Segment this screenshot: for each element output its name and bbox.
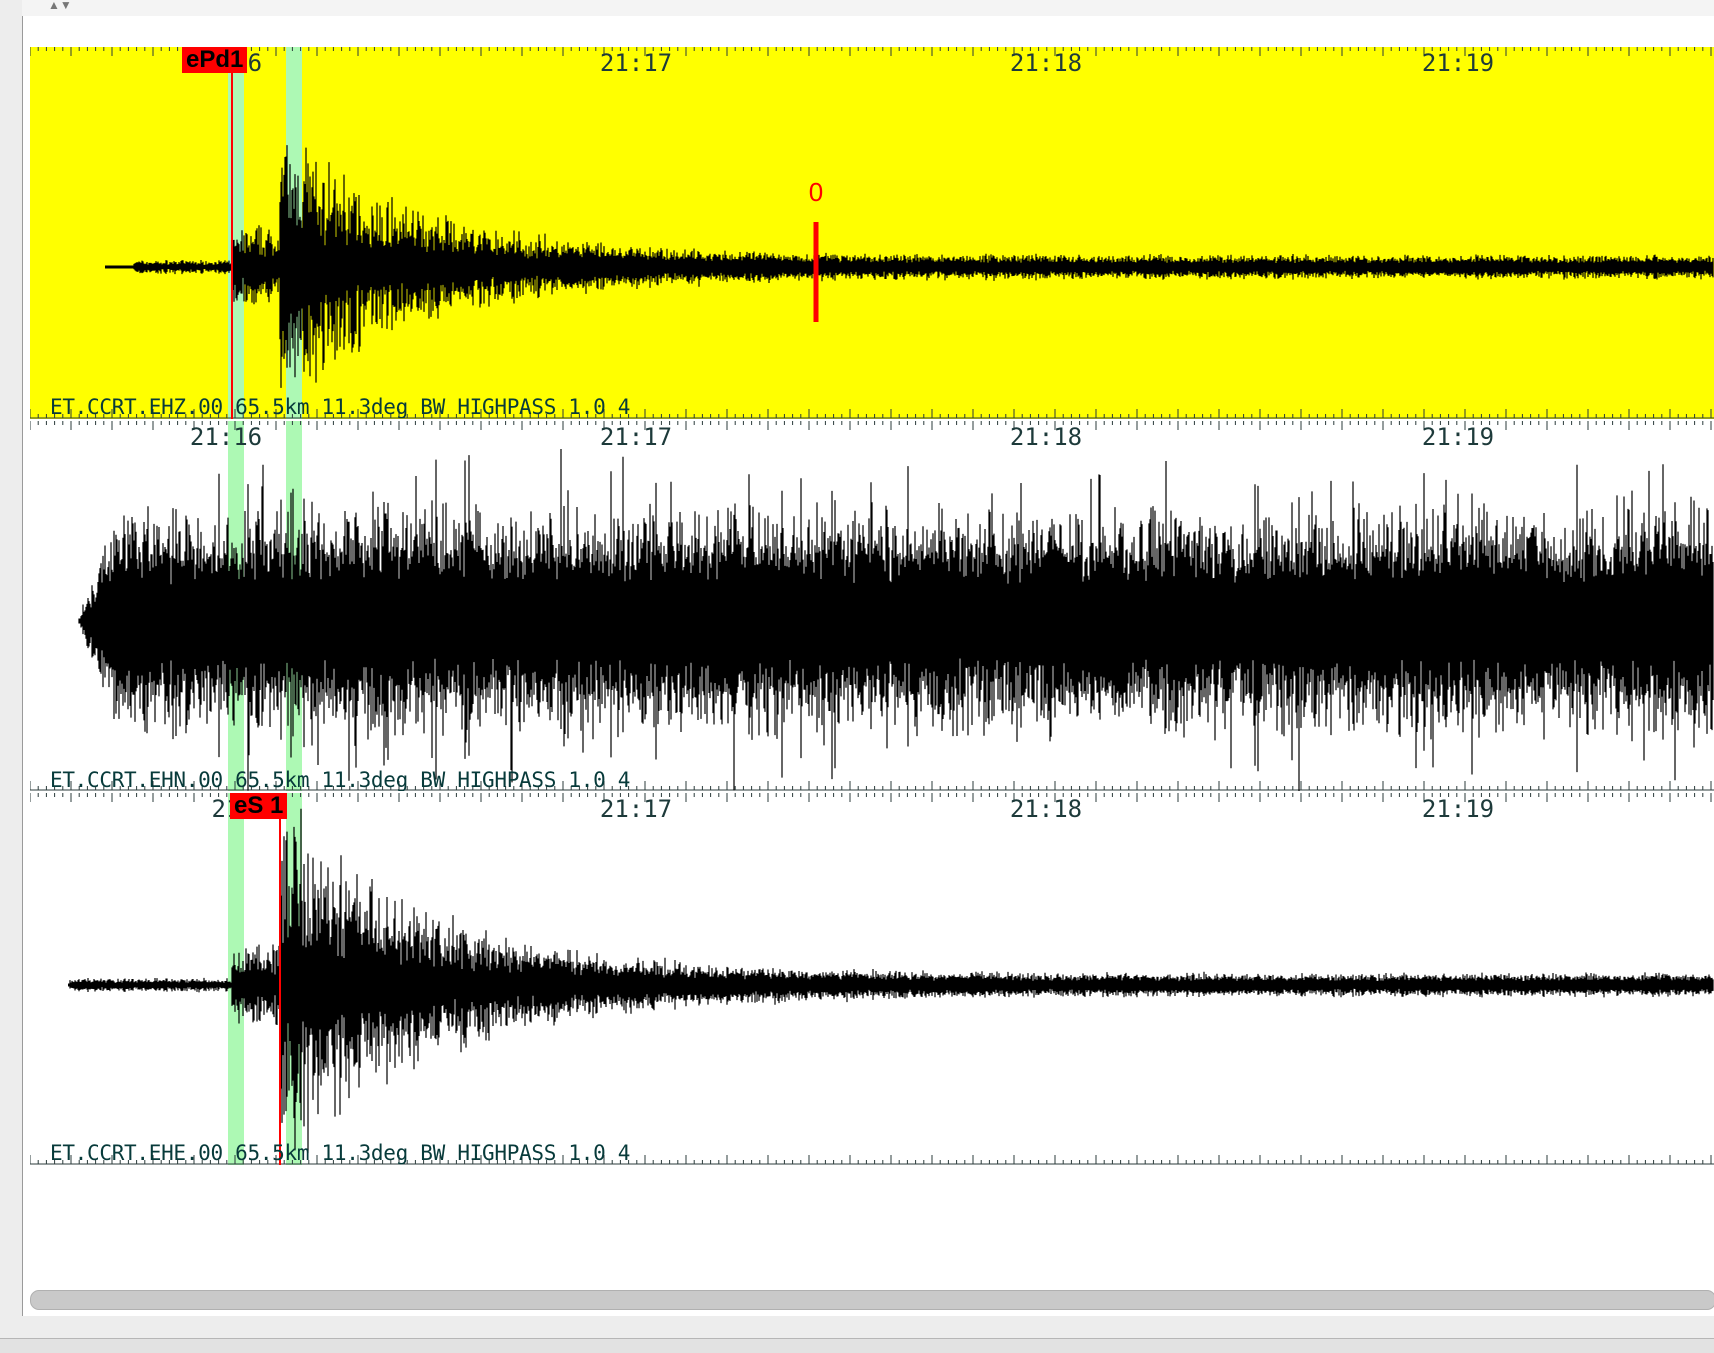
channel-label-ehz: ET.CCRT.EHZ.00 65.5km 11.3deg BW HIGHPAS… bbox=[50, 395, 631, 419]
marker-label: 0 bbox=[808, 177, 824, 207]
time-axis-label: 21:17 bbox=[599, 49, 673, 77]
waveform-svg-ehe bbox=[30, 793, 1714, 1165]
status-bar bbox=[0, 1338, 1714, 1353]
time-axis-label: 21:17 bbox=[599, 795, 673, 823]
channel-label-ehn: ET.CCRT.EHN.00 65.5km 11.3deg BW HIGHPAS… bbox=[50, 768, 631, 791]
resize-handle-icon[interactable]: ▲▼ bbox=[48, 0, 72, 12]
time-axis-label: 21:17 bbox=[599, 423, 673, 451]
waveform-svg-ehn bbox=[30, 421, 1714, 791]
time-axis-label: 21:18 bbox=[1009, 795, 1083, 823]
seismogram-viewer: ▲▼ 21:16 21:17 21:18 21:19 ePd1 0 ET.CCR… bbox=[0, 0, 1714, 1353]
horizontal-scrollbar[interactable] bbox=[30, 1290, 1714, 1310]
pick-flag-es1[interactable]: eS 1 bbox=[230, 793, 288, 819]
waveform-svg-ehz bbox=[30, 47, 1714, 419]
time-axis-label: 21:19 bbox=[1421, 795, 1495, 823]
time-axis-label: 21:19 bbox=[1421, 49, 1495, 77]
trace-panel-ehn[interactable]: 21:16 21:17 21:18 21:19 ET.CCRT.EHN.00 6… bbox=[30, 421, 1714, 791]
trace-panel-ehe[interactable]: 21 21:17 21:18 21:19 eS 1 ET.CCRT.EHE.00… bbox=[30, 793, 1714, 1165]
channel-label-ehe: ET.CCRT.EHE.00 65.5km 11.3deg BW HIGHPAS… bbox=[50, 1141, 631, 1165]
time-axis-label: 21:16 bbox=[189, 423, 263, 451]
trace-panel-ehz[interactable]: 21:16 21:17 21:18 21:19 ePd1 0 ET.CCRT.E… bbox=[30, 47, 1714, 419]
top-toolbar-strip: ▲▼ bbox=[22, 0, 1714, 17]
time-axis-label: 21:18 bbox=[1009, 423, 1083, 451]
time-axis-label: 21:18 bbox=[1009, 49, 1083, 77]
time-axis-label: 21:19 bbox=[1421, 423, 1495, 451]
pick-flag-epd1[interactable]: ePd1 bbox=[182, 47, 248, 73]
